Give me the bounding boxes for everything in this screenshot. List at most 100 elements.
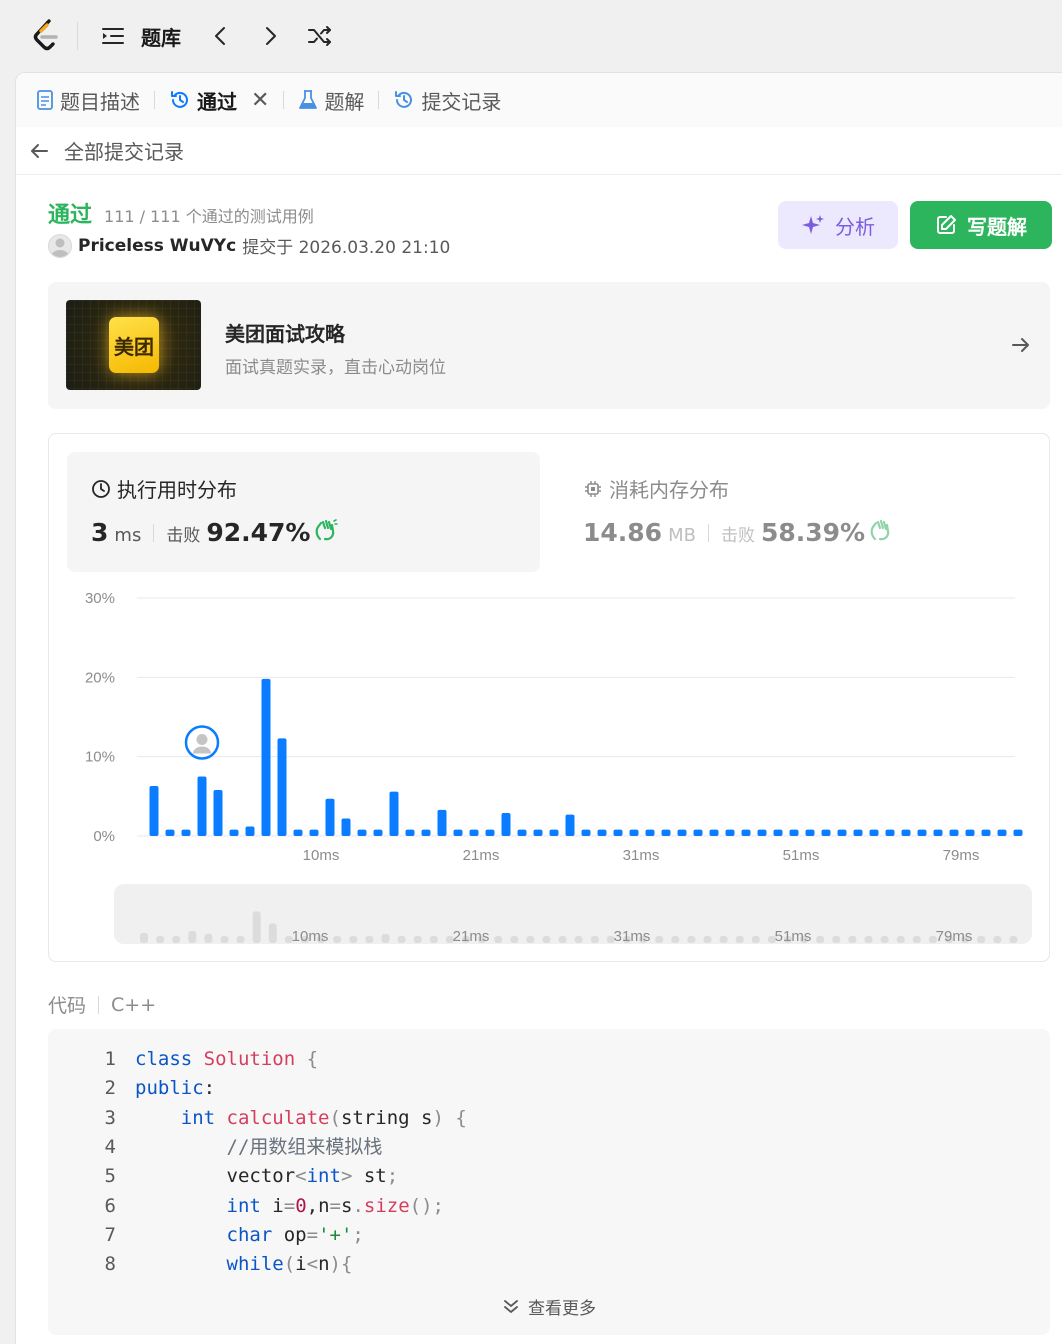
- arrow-left-icon[interactable]: [28, 140, 50, 162]
- chart-bar: [261, 678, 271, 836]
- code-text: vector<int> st;: [135, 1165, 399, 1188]
- chart-bar: [805, 829, 815, 836]
- chart-bar: [469, 829, 479, 836]
- meituan-logo: 美团: [109, 317, 159, 373]
- memory-tab[interactable]: 消耗内存分布 14.86 MB 击败 58.39%: [559, 452, 1032, 572]
- memory-value: 14.86: [583, 518, 663, 547]
- chart-bar: [821, 829, 831, 836]
- runtime-distribution-chart[interactable]: 30% 20% 10% 0% 10ms 21ms 31ms 51ms 79ms 10ms 21ms 3…: [49, 584, 1051, 954]
- code-text: int calculate(string s) {: [180, 1106, 467, 1129]
- shuffle-icon[interactable]: [306, 24, 334, 48]
- leetcode-logo-icon[interactable]: [30, 18, 64, 54]
- minimap-tick-label: 10ms: [292, 928, 329, 945]
- runtime-tab[interactable]: 执行用时分布 3 ms 击败 92.47%: [67, 452, 540, 572]
- minimap-bar: [365, 936, 374, 943]
- memory-beat: 58.39%: [760, 518, 866, 547]
- chart-bar: [1013, 829, 1023, 836]
- chart-bar: [501, 812, 511, 836]
- promo-card[interactable]: 美团 美团面试攻略 面试真题实录，直击心动岗位: [48, 282, 1050, 409]
- y-tick-label: 10%: [85, 749, 115, 766]
- testcases-passed: 111 / 111 个通过的测试用例: [104, 207, 314, 226]
- line-number: 7: [104, 1223, 116, 1246]
- clock-icon: [92, 479, 110, 498]
- code-text: class Solution {: [135, 1048, 319, 1070]
- minimap-bar: [655, 936, 664, 943]
- chart-bar: [853, 829, 863, 836]
- tab-separator: [378, 91, 380, 109]
- problem-list-icon[interactable]: [100, 24, 126, 48]
- chart-bar: [693, 829, 703, 836]
- chart-bar: [597, 829, 607, 836]
- chart-bar: [789, 829, 799, 836]
- chart-bar: [709, 829, 719, 836]
- chevron-left-icon[interactable]: [210, 24, 232, 48]
- minimap-bar: [719, 936, 728, 943]
- minimap-bar: [671, 936, 680, 943]
- minimap-bar: [1009, 936, 1018, 943]
- chart-bar: [901, 829, 911, 836]
- minimap-bar: [381, 934, 390, 943]
- arrow-right-icon[interactable]: [1010, 334, 1032, 356]
- tab-solutions[interactable]: 题解: [298, 73, 364, 127]
- clap-hands-icon: [316, 519, 339, 541]
- runtime-beat: 92.47%: [206, 518, 311, 547]
- runtime-header: 执行用时分布: [91, 474, 237, 503]
- write-solution-button[interactable]: 写题解: [910, 201, 1052, 249]
- user-row: Priceless WuVYc 提交于 2026.03.20 21:10: [48, 233, 450, 258]
- minimap-bar: [832, 936, 841, 943]
- minimap-bar: [510, 936, 519, 943]
- minimap-bar: [864, 936, 873, 943]
- code-text: char op='+';: [226, 1223, 364, 1246]
- minimap-bar: [848, 936, 857, 943]
- chart-bar: [453, 829, 463, 836]
- chart-bar: [549, 829, 559, 836]
- write-solution-label: 写题解: [967, 214, 1027, 239]
- chart-bar: [533, 829, 543, 836]
- chart-bar: [325, 798, 335, 836]
- runtime-title: 执行用时分布: [117, 478, 237, 502]
- minimap-bar: [156, 936, 165, 943]
- history-icon: [171, 91, 188, 108]
- promo-image: 美团: [66, 300, 201, 390]
- chart-bar: [165, 829, 175, 836]
- memory-title: 消耗内存分布: [609, 478, 729, 502]
- tab-submissions-label: 提交记录: [421, 89, 502, 114]
- document-icon: [37, 90, 53, 110]
- all-submissions-link[interactable]: 全部提交记录: [64, 136, 184, 165]
- x-tick-label: 31ms: [623, 847, 660, 864]
- memory-unit: MB: [668, 525, 696, 546]
- minimap-bar: [429, 936, 438, 943]
- chart-bar: [757, 829, 767, 836]
- tab-submissions[interactable]: 提交记录: [393, 73, 501, 127]
- chart-bar: [917, 829, 927, 836]
- chart-bar: [773, 829, 783, 836]
- minimap-bar: [172, 936, 181, 943]
- memory-beat-label: 击败: [720, 526, 755, 546]
- minimap-bar: [880, 936, 889, 943]
- analyze-button[interactable]: 分析: [778, 201, 898, 249]
- minimap-bar: [494, 936, 503, 943]
- chart-bar: [997, 829, 1007, 836]
- minimap-bar: [140, 932, 148, 943]
- minimap-bar: [349, 936, 358, 943]
- chart-bar: [565, 814, 575, 836]
- runtime-value: 3: [91, 518, 109, 547]
- avatar[interactable]: [48, 233, 72, 258]
- chip-icon: [585, 480, 601, 497]
- minimap-bar: [236, 936, 245, 943]
- chart-bar: [741, 829, 751, 836]
- close-icon[interactable]: ✕: [251, 88, 269, 113]
- chart-bar: [645, 829, 655, 836]
- show-more-button[interactable]: 查看更多: [48, 1294, 1050, 1319]
- chevron-right-icon[interactable]: [259, 24, 281, 48]
- tab-accepted[interactable]: 通过 ✕: [169, 73, 269, 127]
- tab-description[interactable]: 题目描述: [36, 73, 140, 127]
- problem-bank-title[interactable]: 题库: [141, 22, 181, 51]
- promo-title: 美团面试攻略: [225, 322, 345, 346]
- back-row[interactable]: 全部提交记录: [16, 127, 1062, 175]
- code-text: int i=0,n=s.size();: [226, 1194, 444, 1217]
- tab-separator: [154, 91, 155, 109]
- username[interactable]: Priceless WuVYc: [78, 236, 236, 256]
- x-tick-label: 79ms: [943, 847, 980, 864]
- chart-bar: [869, 829, 879, 836]
